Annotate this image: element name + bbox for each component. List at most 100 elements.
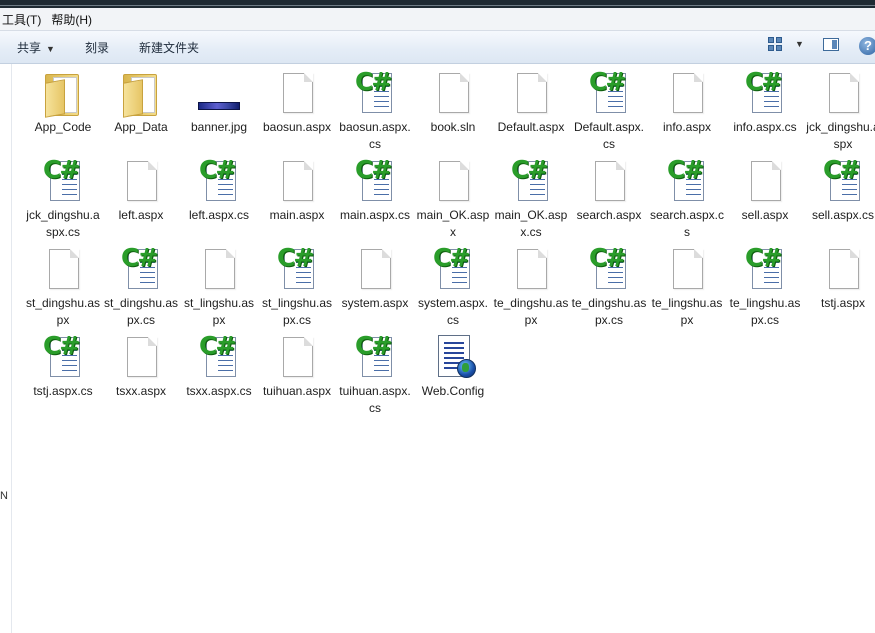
file-name: Default.aspx.cs (573, 120, 645, 151)
file-name: st_lingshu.aspx (183, 296, 255, 327)
aspx-file-icon (429, 157, 477, 205)
file-item[interactable]: App_Data (102, 69, 180, 157)
file-item[interactable]: main.aspx (258, 157, 336, 245)
file-name: te_dingshu.aspx (493, 296, 569, 327)
file-name: tsxx.aspx (115, 384, 166, 398)
file-item[interactable]: info.aspx (648, 69, 726, 157)
burn-button[interactable]: 刻录 (85, 39, 109, 56)
file-item[interactable]: left.aspx (102, 157, 180, 245)
file-item[interactable]: C# sell.aspx.cs (804, 157, 875, 245)
share-button-label: 共享 (17, 41, 42, 55)
file-name: tsxx.aspx.cs (186, 384, 252, 398)
file-name: sell.aspx (741, 208, 789, 222)
file-name: st_dingshu.aspx.cs (103, 296, 179, 327)
file-name: Default.aspx (497, 120, 565, 134)
csharp-file-icon: C# (39, 333, 87, 381)
folder-icon (117, 69, 165, 118)
file-item[interactable]: st_dingshu.aspx (24, 245, 102, 333)
change-view-icon[interactable] (768, 37, 784, 53)
file-item[interactable]: C# system.aspx.cs (414, 245, 492, 333)
share-button[interactable]: 共享 ▼ (17, 39, 55, 56)
file-item[interactable]: C# main.aspx.cs (336, 157, 414, 245)
file-name: left.aspx.cs (188, 208, 250, 222)
file-name: baosun.aspx (262, 120, 332, 134)
file-item[interactable]: C# tsxx.aspx.cs (180, 333, 258, 421)
file-name: Web.Config (421, 384, 485, 398)
file-list-view[interactable]: App_Code App_Data banner.jpg baosun.aspx C# b… (12, 64, 875, 633)
file-item[interactable]: sell.aspx (726, 157, 804, 245)
file-item[interactable]: tsxx.aspx (102, 333, 180, 421)
file-grid: App_Code App_Data banner.jpg baosun.aspx C# b… (24, 69, 875, 421)
file-item[interactable]: tstj.aspx (804, 245, 875, 333)
file-item[interactable]: book.sln (414, 69, 492, 157)
file-item[interactable]: App_Code (24, 69, 102, 157)
file-name: App_Data (114, 120, 168, 134)
file-name: main.aspx.cs (339, 208, 411, 222)
navigation-pane-label: N (0, 490, 8, 502)
file-item[interactable]: Default.aspx (492, 69, 570, 157)
file-item[interactable]: C# te_lingshu.aspx.cs (726, 245, 804, 333)
help-icon[interactable]: ? (859, 37, 875, 55)
aspx-file-icon (585, 157, 633, 205)
preview-pane-icon[interactable] (823, 38, 839, 51)
file-item[interactable]: C# tstj.aspx.cs (24, 333, 102, 421)
aspx-file-icon (819, 69, 867, 117)
file-item[interactable]: te_dingshu.aspx (492, 245, 570, 333)
file-item[interactable]: search.aspx (570, 157, 648, 245)
file-item[interactable]: tuihuan.aspx (258, 333, 336, 421)
chevron-down-icon[interactable]: ▼ (795, 39, 804, 49)
menu-help[interactable]: 帮助(H) (49, 11, 100, 28)
file-name: left.aspx (118, 208, 164, 222)
file-item[interactable]: Web.Config (414, 333, 492, 421)
file-item[interactable]: C# st_lingshu.aspx.cs (258, 245, 336, 333)
new-folder-button[interactable]: 新建文件夹 (139, 39, 199, 56)
file-name: App_Code (34, 120, 92, 134)
csharp-file-icon: C# (741, 69, 789, 117)
file-name: tuihuan.aspx.cs (339, 384, 411, 415)
config-file-icon (429, 333, 477, 381)
csharp-file-icon: C# (429, 245, 477, 293)
file-item[interactable]: baosun.aspx (258, 69, 336, 157)
file-name: jck_dingshu.aspx.cs (26, 208, 100, 239)
aspx-file-icon (663, 69, 711, 117)
file-item[interactable]: jck_dingshu.aspx (804, 69, 875, 157)
csharp-file-icon: C# (39, 157, 87, 205)
aspx-file-icon (741, 157, 789, 205)
file-item[interactable]: banner.jpg (180, 69, 258, 157)
file-item[interactable]: C# info.aspx.cs (726, 69, 804, 157)
file-item[interactable]: C# main_OK.aspx.cs (492, 157, 570, 245)
file-item[interactable]: te_lingshu.aspx (648, 245, 726, 333)
file-item[interactable]: system.aspx (336, 245, 414, 333)
file-item[interactable]: C# jck_dingshu.aspx.cs (24, 157, 102, 245)
file-name: tuihuan.aspx (262, 384, 332, 398)
aspx-file-icon (117, 333, 165, 381)
command-bar: 共享 ▼ 刻录 新建文件夹 (0, 31, 875, 64)
aspx-file-icon (273, 333, 321, 381)
file-item[interactable]: C# search.aspx.cs (648, 157, 726, 245)
aspx-file-icon (351, 245, 399, 293)
aspx-file-icon (39, 245, 87, 293)
aspx-file-icon (507, 245, 555, 293)
file-item[interactable]: C# left.aspx.cs (180, 157, 258, 245)
file-item[interactable]: C# tuihuan.aspx.cs (336, 333, 414, 421)
file-name: main.aspx (269, 208, 325, 222)
file-item[interactable]: st_lingshu.aspx (180, 245, 258, 333)
file-name: te_lingshu.aspx (651, 296, 723, 327)
menu-tools[interactable]: 工具(T) (0, 11, 49, 28)
file-name: search.aspx.cs (649, 208, 725, 239)
file-item[interactable]: main_OK.aspx (414, 157, 492, 245)
file-item[interactable]: C# baosun.aspx.cs (336, 69, 414, 157)
file-name: tstj.aspx (820, 296, 865, 310)
file-item[interactable]: C# st_dingshu.aspx.cs (102, 245, 180, 333)
navigation-pane[interactable] (0, 64, 12, 633)
file-name: main_OK.aspx (416, 208, 490, 239)
chevron-down-icon: ▼ (46, 44, 55, 54)
aspx-file-icon (273, 69, 321, 117)
file-name: te_lingshu.aspx.cs (729, 296, 801, 327)
file-name: info.aspx.cs (733, 120, 797, 134)
file-item[interactable]: C# te_dingshu.aspx.cs (570, 245, 648, 333)
csharp-file-icon: C# (351, 69, 399, 117)
aspx-file-icon (663, 245, 711, 293)
file-item[interactable]: C# Default.aspx.cs (570, 69, 648, 157)
aspx-file-icon (507, 69, 555, 117)
